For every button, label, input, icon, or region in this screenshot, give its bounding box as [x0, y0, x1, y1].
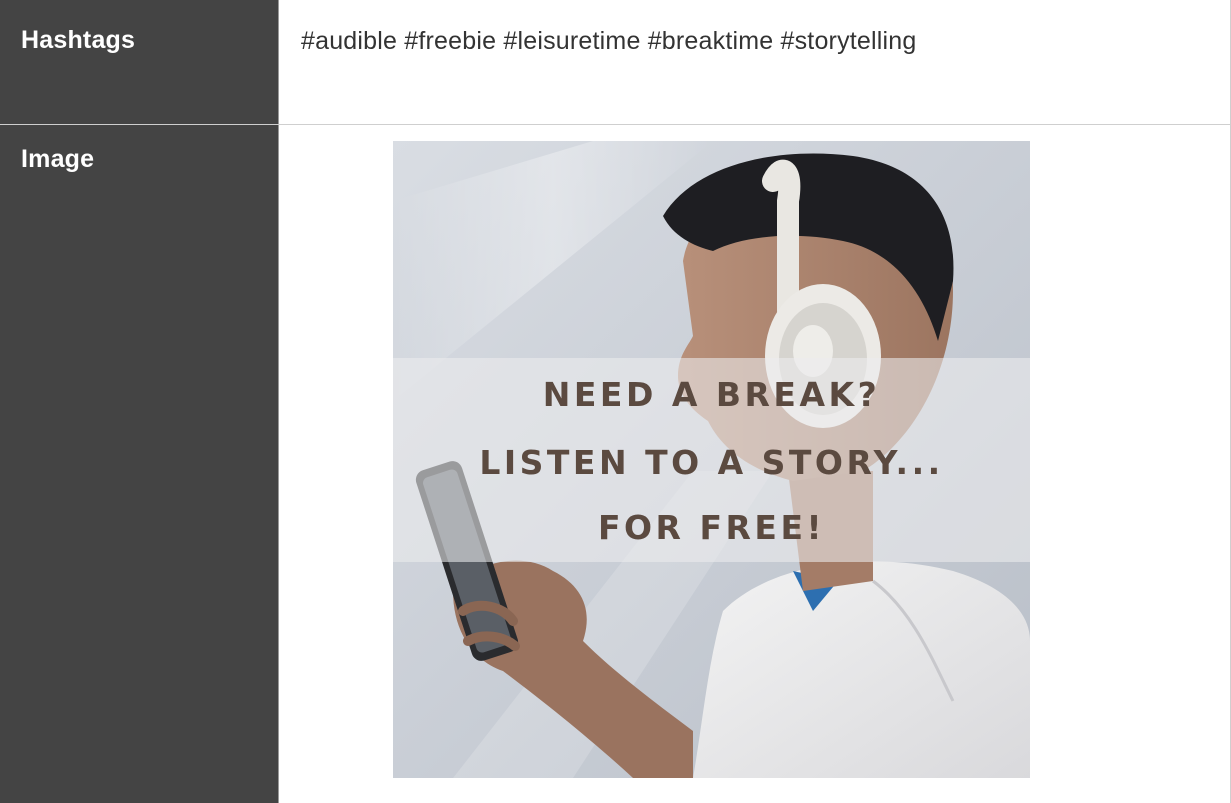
headline-line-1: NEED A BREAK? — [542, 375, 881, 414]
table-row-hashtags: Hashtags #audible #freebie #leisuretime … — [0, 0, 1231, 125]
value-cell: NEED A BREAK? LISTEN TO A STORY... FOR F… — [279, 125, 1231, 803]
content-table: Hashtags #audible #freebie #leisuretime … — [0, 0, 1231, 803]
value-cell: #audible #freebie #leisuretime #breaktim… — [279, 0, 1231, 124]
image-label: Image — [21, 145, 95, 173]
headline-line-3: FOR FREE! — [597, 508, 826, 547]
table-row-image: Image NEED A BREAK? LISTEN TO A STORY...… — [0, 125, 1231, 803]
label-cell: Hashtags — [0, 0, 279, 124]
headline-line-2: LISTEN TO A STORY... — [479, 443, 944, 482]
label-cell: Image — [0, 125, 279, 803]
hashtags-label: Hashtags — [21, 26, 136, 54]
headline-banner: NEED A BREAK? LISTEN TO A STORY... FOR F… — [393, 358, 1030, 562]
promo-image: NEED A BREAK? LISTEN TO A STORY... FOR F… — [393, 141, 1030, 778]
hashtags-value: #audible #freebie #leisuretime #breaktim… — [301, 27, 917, 55]
